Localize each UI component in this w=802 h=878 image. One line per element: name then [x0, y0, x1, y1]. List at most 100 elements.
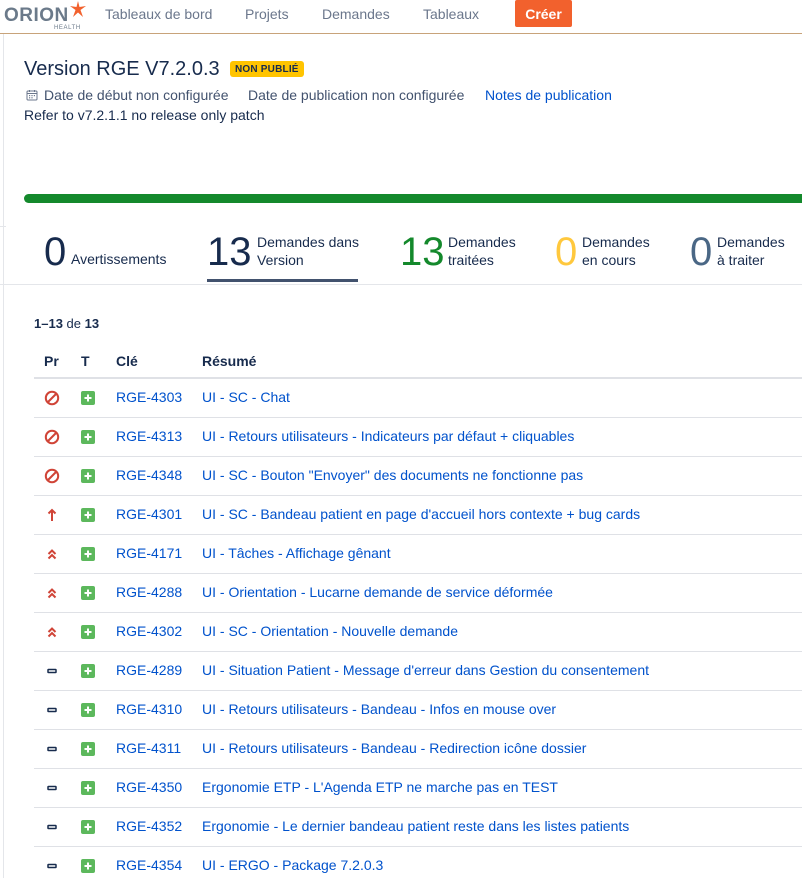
row-divider [34, 573, 802, 574]
row-divider [34, 495, 802, 496]
row-divider [34, 417, 802, 418]
issue-summary-link[interactable]: Ergonomie ETP - L'Agenda ETP ne marche p… [202, 779, 558, 795]
issue-summary-link[interactable]: UI - Tâches - Affichage gênant [202, 545, 391, 561]
issue-summary-link[interactable]: UI - SC - Chat [202, 389, 290, 405]
issue-summary-link[interactable]: Ergonomie - Le dernier bandeau patient r… [202, 818, 629, 834]
column-header-type[interactable]: T [81, 353, 90, 369]
nav-dashboards[interactable]: Tableaux de bord [105, 6, 212, 22]
issue-key-link[interactable]: RGE-4288 [116, 584, 182, 600]
release-notes-link[interactable]: Notes de publication [485, 87, 612, 103]
nav-projects[interactable]: Projets [245, 6, 289, 22]
priority-blocker-icon [44, 468, 60, 484]
stat-number: 0 [44, 230, 67, 274]
stat-number: 13 [207, 230, 252, 274]
priority-medium-icon [44, 780, 60, 796]
priority-blocker-icon [44, 429, 60, 445]
stat-issues-in-progress[interactable]: 0 Demandes en cours [555, 230, 675, 280]
stat-label-line1: Demandes dans [257, 234, 359, 250]
row-divider [34, 534, 802, 535]
logo-star-icon [70, 1, 86, 17]
issue-key-link[interactable]: RGE-4303 [116, 389, 182, 405]
issue-summary-link[interactable]: UI - Orientation - Lucarne demande de se… [202, 584, 553, 600]
logo-sub: HEALTH [54, 25, 81, 31]
improvement-icon [81, 391, 95, 405]
improvement-icon [81, 469, 95, 483]
stat-label-line1: Demandes [448, 234, 516, 250]
calendar-icon [26, 90, 38, 101]
improvement-icon [81, 508, 95, 522]
stat-label: Avertissements [71, 251, 167, 267]
issue-key-link[interactable]: RGE-4310 [116, 701, 182, 717]
column-header-key[interactable]: Clé [116, 353, 138, 369]
stat-label-line1: Demandes [717, 234, 785, 250]
stat-warnings[interactable]: 0 Avertissements [44, 230, 174, 280]
priority-medium-icon [44, 702, 60, 718]
table-header-divider [34, 377, 802, 379]
priority-medium-icon [44, 663, 60, 679]
row-divider [34, 846, 802, 847]
row-divider [34, 768, 802, 769]
improvement-icon [81, 820, 95, 834]
stats-bottom-divider [0, 284, 802, 285]
stat-issues-in-version[interactable]: 13 Demandes dans Version [207, 230, 362, 280]
status-badge: NON PUBLIÉ [230, 61, 304, 77]
left-sidebar-edge [0, 34, 4, 878]
issue-summary-link[interactable]: UI - SC - Bouton "Envoyer" des documents… [202, 467, 583, 483]
issue-key-link[interactable]: RGE-4302 [116, 623, 182, 639]
stat-label-line2: en cours [582, 252, 636, 268]
improvement-icon [81, 430, 95, 444]
version-description: Refer to v7.2.1.1 no release only patch [24, 107, 265, 123]
stat-issues-to-do[interactable]: 0 Demandes à traiter [690, 230, 802, 280]
row-divider [34, 456, 802, 457]
issue-key-link[interactable]: RGE-4313 [116, 428, 182, 444]
stat-label-line2: traitées [448, 252, 494, 268]
issue-key-link[interactable]: RGE-4171 [116, 545, 182, 561]
priority-blocker-icon [44, 390, 60, 406]
issue-key-link[interactable]: RGE-4289 [116, 662, 182, 678]
nav-issues[interactable]: Demandes [322, 6, 390, 22]
result-range: 1–13 [34, 316, 63, 331]
priority-high-icon [44, 507, 60, 523]
column-header-priority[interactable]: Pr [44, 353, 59, 369]
improvement-icon [81, 781, 95, 795]
result-of: de [66, 316, 82, 331]
issue-summary-link[interactable]: UI - Retours utilisateurs - Bandeau - In… [202, 701, 556, 717]
row-divider [34, 612, 802, 613]
improvement-icon [81, 703, 95, 717]
top-navigation: ORION HEALTH Tableaux de bord Projets De… [0, 0, 802, 34]
improvement-icon [81, 742, 95, 756]
row-divider [34, 690, 802, 691]
improvement-icon [81, 859, 95, 873]
orion-health-logo[interactable]: ORION HEALTH [4, 1, 88, 32]
version-title: Version RGE V7.2.0.3 [24, 58, 220, 80]
issue-summary-link[interactable]: UI - Situation Patient - Message d'erreu… [202, 662, 649, 678]
priority-highest-icon [44, 624, 60, 640]
stat-issues-done[interactable]: 13 Demandes traitées [400, 230, 530, 280]
start-date: Date de début non configurée [44, 87, 229, 103]
issue-summary-link[interactable]: UI - Retours utilisateurs - Bandeau - Re… [202, 740, 586, 756]
priority-medium-icon [44, 858, 60, 874]
issue-summary-link[interactable]: UI - SC - Bandeau patient en page d'accu… [202, 506, 640, 522]
issue-key-link[interactable]: RGE-4311 [116, 740, 181, 756]
issue-key-link[interactable]: RGE-4350 [116, 779, 182, 795]
issue-summary-link[interactable]: UI - ERGO - Package 7.2.0.3 [202, 857, 383, 873]
row-divider [34, 729, 802, 730]
result-total: 13 [84, 316, 100, 331]
row-divider [34, 807, 802, 808]
nav-boards[interactable]: Tableaux [423, 6, 479, 22]
create-button[interactable]: Créer [515, 0, 572, 27]
stats-divider [0, 226, 6, 227]
issue-key-link[interactable]: RGE-4354 [116, 857, 182, 873]
active-stat-indicator [207, 279, 358, 282]
result-count: 1–13 de 13 [34, 316, 99, 331]
column-header-summary[interactable]: Résumé [202, 353, 256, 369]
row-divider [34, 651, 802, 652]
issue-summary-link[interactable]: UI - Retours utilisateurs - Indicateurs … [202, 428, 574, 444]
issue-key-link[interactable]: RGE-4301 [116, 506, 182, 522]
issue-key-link[interactable]: RGE-4348 [116, 467, 182, 483]
progress-bar [24, 194, 802, 203]
issue-summary-link[interactable]: UI - SC - Orientation - Nouvelle demande [202, 623, 458, 639]
stat-number: 13 [400, 230, 445, 274]
issue-key-link[interactable]: RGE-4352 [116, 818, 182, 834]
stat-number: 0 [555, 230, 578, 274]
